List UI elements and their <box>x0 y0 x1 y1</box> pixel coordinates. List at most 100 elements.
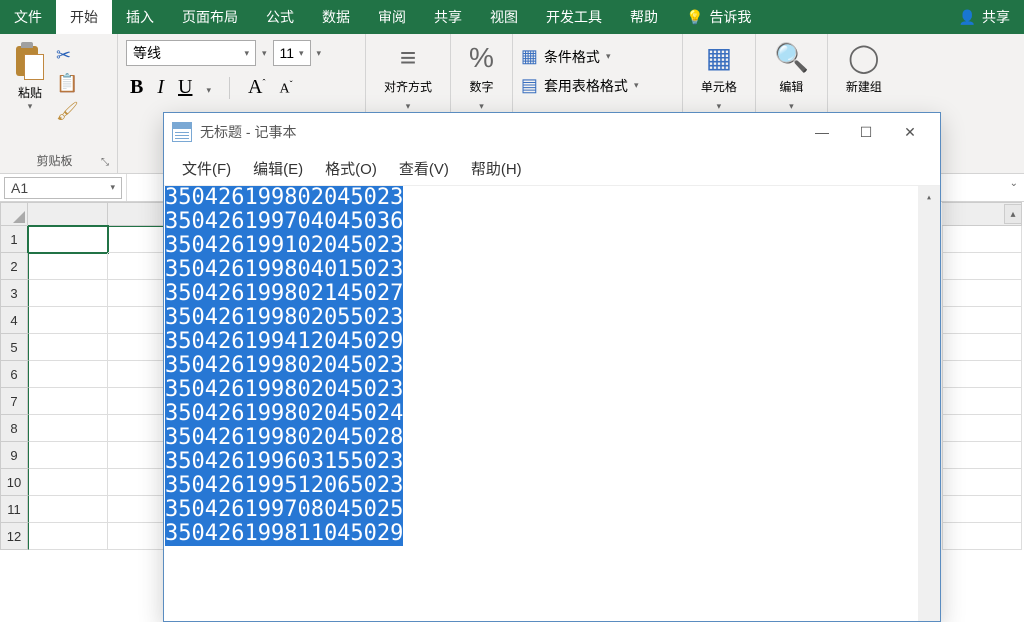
person-icon: 👤 <box>959 9 976 26</box>
number-button[interactable]: % 数字 ▾ <box>459 40 504 112</box>
notepad-title: 无标题 - 记事本 <box>200 122 800 142</box>
dialog-launcher-icon[interactable]: ⤡ <box>101 155 109 168</box>
format-painter-icon[interactable]: 🖌 <box>56 102 79 120</box>
cell[interactable] <box>942 469 1022 496</box>
notepad-scrollbar[interactable]: ▴ <box>918 186 940 621</box>
align-button[interactable]: ≡ 对齐方式 ▾ <box>374 40 442 112</box>
copy-icon[interactable]: 📋 <box>56 74 79 92</box>
row-header[interactable]: 1 <box>0 226 28 253</box>
chevron-down-icon[interactable]: ▾ <box>262 48 267 59</box>
menu-format[interactable]: 格式(O) <box>317 154 385 183</box>
chevron-down-icon[interactable]: ▾ <box>317 48 322 59</box>
cell[interactable] <box>942 226 1022 253</box>
row-header[interactable]: 2 <box>0 253 28 280</box>
expand-icon[interactable]: ⌄ <box>1010 178 1018 189</box>
tab-review[interactable]: 审阅 <box>364 0 420 34</box>
menu-file[interactable]: 文件(F) <box>174 154 239 183</box>
cell[interactable] <box>28 469 108 496</box>
tab-insert[interactable]: 插入 <box>112 0 168 34</box>
scroll-up-icon[interactable]: ▴ <box>918 186 940 208</box>
table-format-button[interactable]: ▤ 套用表格格式 ▾ <box>521 71 674 100</box>
close-button[interactable]: ✕ <box>888 116 932 148</box>
notepad-line: 350426199802045024 <box>165 402 403 426</box>
scroll-up-button[interactable]: ▴ <box>1004 204 1022 224</box>
cell[interactable] <box>942 361 1022 388</box>
cell[interactable] <box>942 388 1022 415</box>
cells-button[interactable]: ▦ 单元格 ▾ <box>691 40 747 112</box>
name-box[interactable]: A1 ▾ <box>4 177 122 199</box>
row-header[interactable]: 12 <box>0 523 28 550</box>
chevron-down-icon: ▾ <box>299 48 304 59</box>
cell[interactable] <box>28 307 108 334</box>
col-header[interactable] <box>28 202 108 226</box>
tab-dev[interactable]: 开发工具 <box>532 0 616 34</box>
cell[interactable] <box>942 496 1022 523</box>
row-header[interactable]: 11 <box>0 496 28 523</box>
tab-share[interactable]: 共享 <box>420 0 476 34</box>
tab-data[interactable]: 数据 <box>308 0 364 34</box>
paste-icon <box>14 44 46 84</box>
cell[interactable] <box>942 334 1022 361</box>
row-header[interactable]: 7 <box>0 388 28 415</box>
tab-help[interactable]: 帮助 <box>616 0 672 34</box>
row-header[interactable]: 3 <box>0 280 28 307</box>
underline-button[interactable]: U <box>178 76 192 99</box>
cell[interactable] <box>942 307 1022 334</box>
cond-label: 条件格式 <box>544 47 600 67</box>
font-name-select[interactable]: 等线 ▾ <box>126 40 256 66</box>
cell[interactable] <box>28 388 108 415</box>
bold-button[interactable]: B <box>130 76 143 99</box>
tab-layout[interactable]: 页面布局 <box>168 0 252 34</box>
cell[interactable] <box>942 415 1022 442</box>
scissors-icon[interactable]: ✂ <box>56 46 79 64</box>
conditional-format-button[interactable]: ▦ 条件格式 ▾ <box>521 42 674 71</box>
select-all-cell[interactable] <box>0 202 28 226</box>
cell[interactable] <box>942 523 1022 550</box>
cell[interactable] <box>28 253 108 280</box>
font-size-select[interactable]: 11 ▾ <box>273 40 311 66</box>
maximize-button[interactable]: ☐ <box>844 116 888 148</box>
ribbon-tabs: 文件 开始 插入 页面布局 公式 数据 审阅 共享 视图 开发工具 帮助 💡 告… <box>0 0 1024 34</box>
tell-me[interactable]: 💡 告诉我 <box>672 0 765 34</box>
cell[interactable] <box>942 280 1022 307</box>
notepad-text-area[interactable]: 350426199802045023 350426199704045036 3504… <box>164 185 940 621</box>
tab-view[interactable]: 视图 <box>476 0 532 34</box>
notepad-line: 350426199704045036 <box>165 210 403 234</box>
share-button[interactable]: 👤 共享 <box>945 0 1024 34</box>
paste-label: 粘贴 <box>18 84 42 101</box>
new-group-button[interactable]: ◯ 新建组 <box>836 40 892 95</box>
menu-edit[interactable]: 编辑(E) <box>245 154 311 183</box>
notepad-line: 350426199802045023 <box>165 378 403 402</box>
shrink-font-button[interactable]: Aˇ <box>279 79 292 98</box>
share-label: 共享 <box>982 7 1010 27</box>
menu-view[interactable]: 查看(V) <box>391 154 457 183</box>
percent-icon: % <box>469 44 494 72</box>
tab-home[interactable]: 开始 <box>56 0 112 34</box>
row-header[interactable]: 8 <box>0 415 28 442</box>
cell[interactable] <box>28 442 108 469</box>
italic-button[interactable]: I <box>157 76 164 99</box>
cell[interactable] <box>942 442 1022 469</box>
menu-help[interactable]: 帮助(H) <box>463 154 530 183</box>
cell[interactable] <box>28 280 108 307</box>
cell[interactable] <box>28 226 108 253</box>
cell[interactable] <box>28 523 108 550</box>
grow-font-button[interactable]: Aˆ <box>248 76 265 99</box>
cell[interactable] <box>28 334 108 361</box>
tab-formula[interactable]: 公式 <box>252 0 308 34</box>
chevron-down-icon[interactable]: ▾ <box>206 85 211 96</box>
minimize-button[interactable]: — <box>800 116 844 148</box>
paste-button[interactable]: 粘贴 ▾ <box>8 40 52 112</box>
row-header[interactable]: 10 <box>0 469 28 496</box>
row-header[interactable]: 5 <box>0 334 28 361</box>
tab-file[interactable]: 文件 <box>0 0 56 34</box>
row-header[interactable]: 6 <box>0 361 28 388</box>
cell[interactable] <box>28 361 108 388</box>
edit-button[interactable]: 🔍 编辑 ▾ <box>764 40 819 112</box>
cell[interactable] <box>28 415 108 442</box>
notepad-titlebar[interactable]: 无标题 - 记事本 — ☐ ✕ <box>164 113 940 151</box>
cell[interactable] <box>942 253 1022 280</box>
row-header[interactable]: 4 <box>0 307 28 334</box>
cell[interactable] <box>28 496 108 523</box>
row-header[interactable]: 9 <box>0 442 28 469</box>
